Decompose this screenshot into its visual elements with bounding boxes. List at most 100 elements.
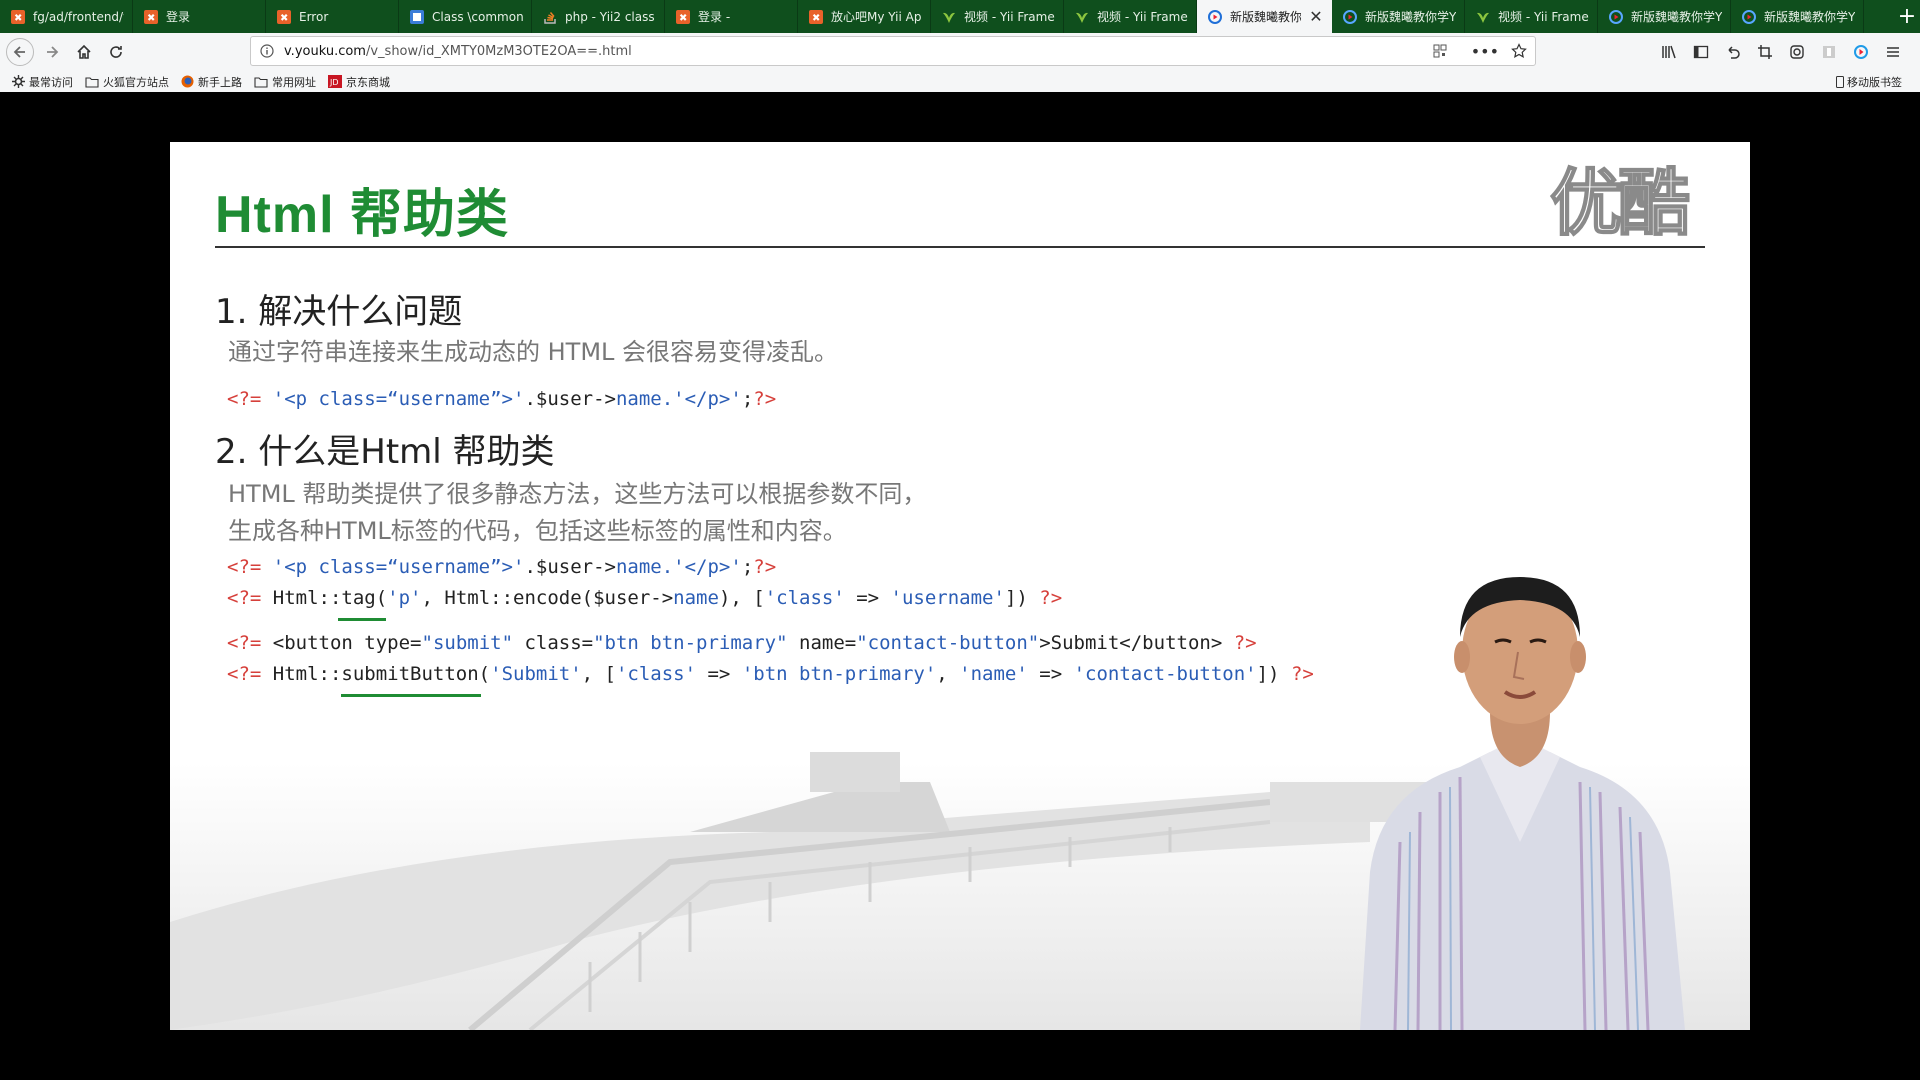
bookmark-star-icon[interactable]: [1511, 43, 1527, 59]
section-2-description-line-1: HTML 帮助类提供了很多静态方法，这些方法可以根据参数不同，: [228, 480, 927, 508]
bookmark-item[interactable]: JD 京东商城: [328, 74, 390, 90]
yii-leaf-icon: [1074, 9, 1090, 25]
yii-leaf-icon: [1475, 9, 1491, 25]
tab-label: php - Yii2 class n: [565, 9, 656, 24]
code-text: ]): [1256, 663, 1280, 685]
tab[interactable]: php - Yii2 class n: [532, 0, 665, 33]
qr-code-icon[interactable]: [1433, 44, 1447, 58]
code-line-3: <?= Html::tag('p', Html::encode($user->n…: [227, 587, 1062, 609]
tab[interactable]: 视频 - Yii Framew: [1465, 0, 1598, 33]
bookmark-item[interactable]: 最常访问: [12, 74, 73, 90]
bookmark-label: 京东商城: [346, 75, 390, 89]
code-line-2: <?= '<p class=“username”>'.$user->name.'…: [227, 556, 776, 578]
php-open-tag: <?=: [227, 632, 262, 654]
code-string: 'class': [615, 663, 697, 685]
section-2-heading: 2. 什么是Html 帮助类: [215, 432, 555, 472]
tab[interactable]: 新版魏曦教你学Yii: [1598, 0, 1731, 33]
code-text: ), [: [718, 587, 765, 609]
bookmark-item[interactable]: 新手上路: [181, 74, 242, 90]
bookmark-label: 火狐官方站点: [103, 75, 169, 89]
code-line-5: <?= Html::submitButton('Submit', ['class…: [227, 663, 1314, 685]
sync-icon[interactable]: [1783, 38, 1811, 66]
close-icon[interactable]: ✕: [1308, 8, 1324, 25]
code-string: 'p': [387, 587, 422, 609]
yii-icon: ✖: [808, 9, 824, 25]
tab-strip: ✖ fg/ad/frontend/we ✖ 登录 ✖ Error Class \…: [0, 0, 1920, 33]
url-text[interactable]: v.youku.com/v_show/id_XMTY0MzM3OTE2OA==.…: [284, 44, 1433, 59]
svg-text:✖: ✖: [14, 13, 22, 24]
tab[interactable]: ✖ fg/ad/frontend/we: [0, 0, 133, 33]
address-bar[interactable]: v.youku.com/v_show/id_XMTY0MzM3OTE2OA==.…: [250, 36, 1536, 66]
tab-label: 放心吧My Yii Appl: [831, 10, 922, 24]
tab-label: 登录: [166, 10, 191, 24]
menu-icon[interactable]: [1879, 38, 1907, 66]
submitbutton-underline: [341, 694, 481, 697]
undo-icon[interactable]: [1719, 38, 1747, 66]
section-1-description: 通过字符串连接来生成动态的 HTML 会很容易变得凌乱。: [228, 338, 839, 366]
mobile-bookmarks-label: 移动版书签: [1847, 76, 1902, 89]
tab-active[interactable]: 新版魏曦教你学 ✕: [1197, 0, 1332, 33]
code-text: .$user->: [524, 388, 616, 410]
tab[interactable]: ✖ 登录 -: [665, 0, 798, 33]
code-string: 'username': [890, 587, 1005, 609]
new-tab-button[interactable]: +: [1894, 0, 1920, 33]
code-string: 'btn btn-primary': [741, 663, 937, 685]
more-actions-icon[interactable]: •••: [1471, 42, 1499, 61]
bookmark-label: 最常访问: [29, 75, 73, 89]
sidebar-icon[interactable]: [1687, 38, 1715, 66]
tag-underline: [338, 618, 386, 621]
youku-icon: [1741, 9, 1757, 25]
code-text: Html::submitButton(: [272, 663, 491, 685]
php-open-tag: <?=: [227, 388, 262, 410]
yii-icon: ✖: [276, 9, 292, 25]
toolbar-right: [1655, 38, 1907, 66]
youku-extension-icon[interactable]: [1847, 38, 1875, 66]
code-string: 'class': [764, 587, 845, 609]
info-icon[interactable]: [260, 44, 274, 58]
youku-icon: [1207, 9, 1223, 25]
php-close-tag: ?>: [1233, 632, 1257, 654]
library-icon[interactable]: [1655, 38, 1683, 66]
firefox-icon: [181, 75, 194, 88]
tab[interactable]: 新版魏曦教你学Yii: [1332, 0, 1465, 33]
svg-text:JD: JD: [329, 78, 339, 87]
crop-icon[interactable]: [1751, 38, 1779, 66]
code-string: .'</p>': [661, 388, 742, 410]
tab[interactable]: ✖ Error: [266, 0, 399, 33]
bookmark-label: 常用网址: [272, 75, 316, 89]
bookmark-item[interactable]: 火狐官方站点: [85, 74, 169, 90]
tab[interactable]: Class \common\: [399, 0, 532, 33]
bookmark-label: 新手上路: [198, 75, 242, 89]
tab[interactable]: ✖ 登录: [133, 0, 266, 33]
code-string: 'Submit': [490, 663, 582, 685]
code-line-1: <?= '<p class=“username”>'.$user->name.'…: [227, 388, 776, 410]
video-player[interactable]: Html 帮助类 优酷 1. 解决什么问题 通过字符串连接来生成动态的 HTML…: [0, 92, 1920, 1080]
tab[interactable]: 视频 - Yii Framew: [931, 0, 1064, 33]
php-open-tag: <?=: [227, 663, 262, 685]
mobile-bookmarks[interactable]: 移动版书签: [1836, 74, 1902, 90]
code-text: name=: [787, 632, 857, 654]
reload-button[interactable]: [102, 38, 130, 66]
tab-label: 视频 - Yii Framew: [1097, 10, 1188, 24]
php-close-tag: ?>: [753, 556, 777, 578]
tab[interactable]: 视频 - Yii Framew: [1064, 0, 1197, 33]
php-close-tag: ?>: [753, 388, 777, 410]
code-string: "btn btn-primary": [593, 632, 788, 654]
mobile-icon: [1836, 76, 1844, 88]
code-string: "submit": [421, 632, 514, 654]
code-text: <button type=: [272, 632, 422, 654]
forward-arrow-icon: [47, 46, 59, 58]
code-string: '<p class=“username”>': [272, 556, 525, 578]
extension-icon[interactable]: [1815, 38, 1843, 66]
code-text: ;: [741, 556, 754, 578]
tab[interactable]: ✖ 放心吧My Yii Appl: [798, 0, 931, 33]
php-open-tag: <?=: [227, 587, 262, 609]
bookmark-item[interactable]: 常用网址: [254, 74, 316, 90]
back-button[interactable]: [6, 38, 34, 66]
forward-button[interactable]: [38, 38, 66, 66]
tab-label: 登录 -: [698, 10, 731, 24]
yii-icon: ✖: [675, 9, 691, 25]
code-string: 'contact-button': [1073, 663, 1257, 685]
tab[interactable]: 新版魏曦教你学Yii: [1731, 0, 1864, 33]
home-button[interactable]: [70, 38, 98, 66]
